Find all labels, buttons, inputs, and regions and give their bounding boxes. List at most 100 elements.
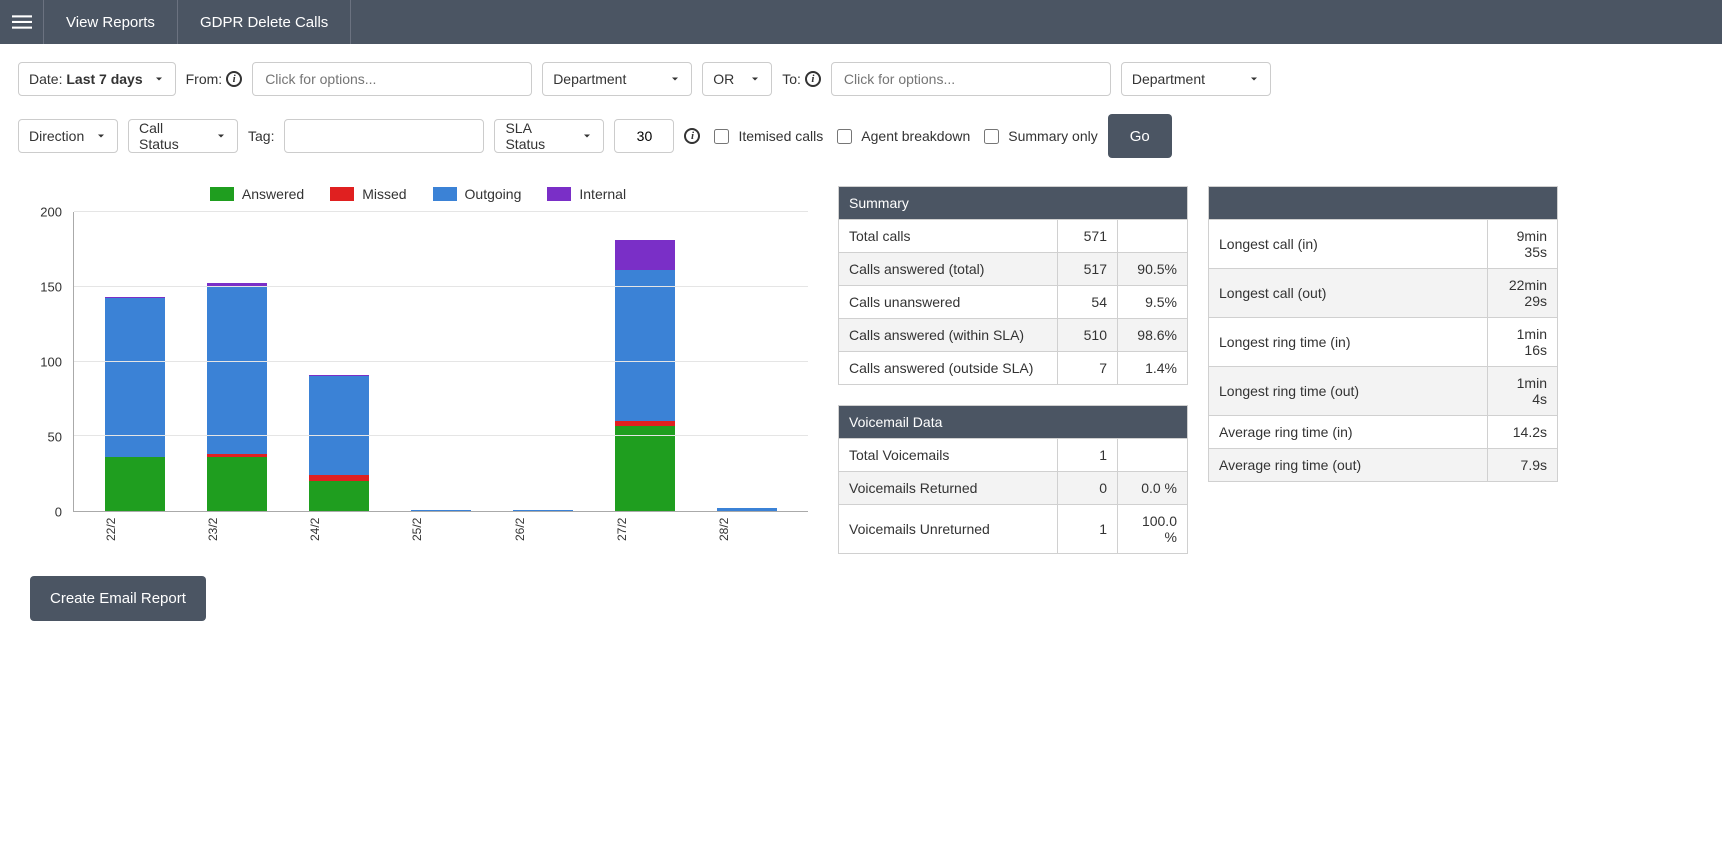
legend-internal: Internal [547,186,626,202]
x-tick: 26/2 [513,512,573,552]
chevron-down-icon [85,130,107,142]
table-row: Calls answered (within SLA)51098.6% [839,319,1188,352]
date-value: Last 7 days [66,71,142,87]
date-range-select[interactable]: Date: Last 7 days [18,62,176,96]
info-icon[interactable]: i [684,128,700,144]
table-row: Total calls571 [839,220,1188,253]
direction-select[interactable]: Direction [18,119,118,153]
table-row: Voicemails Returned00.0 % [839,472,1188,505]
from-label: From: i [186,71,243,87]
bar-segment-outgoing [513,510,573,512]
bar-segment-answered [615,426,675,512]
bar [309,375,369,512]
stacked-bar-chart: 050100150200 22/223/224/225/226/227/228/… [18,212,818,552]
metrics-title [1209,187,1558,220]
chart-area: Answered Missed Outgoing Internal 0 50 100… [18,186,818,621]
tag-input[interactable] [284,119,484,153]
call-status-select[interactable]: Call Status [128,119,238,153]
legend-answered: Answered [210,186,304,202]
chevron-down-icon [143,73,165,85]
chart-legend: Answered Missed Outgoing Internal [18,186,818,202]
bar [105,297,165,512]
table-row: Calls answered (outside SLA)71.4% [839,352,1188,385]
voicemail-title: Voicemail Data [839,406,1188,439]
go-button[interactable]: Go [1108,114,1172,158]
x-tick: 25/2 [410,512,470,552]
content-area: Answered Missed Outgoing Internal 0 50 100… [0,176,1722,651]
bar-segment-outgoing [411,510,471,512]
x-tick: 22/2 [104,512,164,552]
info-icon[interactable]: i [226,71,242,87]
x-tick: 27/2 [615,512,675,552]
chevron-down-icon [1238,73,1260,85]
chevron-down-icon [739,73,761,85]
filters-panel: Date: Last 7 days From: i Department OR … [0,44,1722,158]
voicemail-table: Voicemail Data Total Voicemails1Voicemai… [838,405,1188,554]
table-row: Longest ring time (out)1min 4s [1209,367,1558,416]
table-row: Voicemails Unreturned1100.0 % [839,505,1188,554]
from-input[interactable] [252,62,532,96]
bar [513,510,573,512]
tag-input-field[interactable] [295,121,473,151]
bar [411,510,471,512]
menu-icon[interactable] [0,0,44,44]
bar-segment-answered [309,481,369,511]
sla-value-field[interactable] [625,121,663,151]
metrics-table: Longest call (in)9min 35sLongest call (o… [1208,186,1558,482]
bar-segment-outgoing [615,270,675,422]
bar [207,283,267,511]
bar [615,240,675,512]
y-tick: 150 [40,280,62,295]
itemised-calls-checkbox[interactable]: Itemised calls [710,126,823,147]
tag-label: Tag: [248,128,274,144]
to-input[interactable] [831,62,1111,96]
bar-segment-answered [207,457,267,511]
legend-outgoing: Outgoing [433,186,522,202]
sla-value-input[interactable] [614,119,674,153]
y-tick: 200 [40,205,62,220]
nav-gdpr-delete-calls[interactable]: GDPR Delete Calls [178,0,351,44]
summary-title: Summary [839,187,1188,220]
y-tick: 100 [40,355,62,370]
bar-segment-internal [615,240,675,270]
from-department-select[interactable]: Department [542,62,692,96]
agent-breakdown-checkbox[interactable]: Agent breakdown [833,126,970,147]
table-row: Calls answered (total)51790.5% [839,253,1188,286]
table-row: Average ring time (in)14.2s [1209,416,1558,449]
summary-table: Summary Total calls571Calls answered (to… [838,186,1188,385]
to-label: To: i [782,71,821,87]
table-row: Longest call (out)22min 29s [1209,269,1558,318]
to-department-select[interactable]: Department [1121,62,1271,96]
date-label: Date: [29,71,62,87]
chevron-down-icon [205,130,227,142]
table-row: Calls unanswered549.5% [839,286,1188,319]
x-tick: 24/2 [308,512,368,552]
table-row: Average ring time (out)7.9s [1209,449,1558,482]
logic-select[interactable]: OR [702,62,772,96]
nav-view-reports[interactable]: View Reports [44,0,178,44]
summary-only-checkbox[interactable]: Summary only [980,126,1097,147]
y-tick: 0 [55,505,62,520]
tables-area: Summary Total calls571Calls answered (to… [838,186,1704,554]
create-email-report-button[interactable]: Create Email Report [30,576,206,621]
table-row: Total Voicemails1 [839,439,1188,472]
bar-segment-outgoing [207,286,267,454]
y-tick: 50 [48,430,62,445]
bar-segment-outgoing [105,298,165,457]
bar-segment-outgoing [309,376,369,475]
bar [717,508,777,511]
to-input-field[interactable] [842,64,1100,94]
bar-segment-outgoing [717,508,777,511]
legend-missed: Missed [330,186,406,202]
chevron-down-icon [659,73,681,85]
chevron-down-icon [571,130,593,142]
sla-status-select[interactable]: SLA Status [494,119,604,153]
from-input-field[interactable] [263,64,521,94]
x-tick: 28/2 [717,512,777,552]
info-icon[interactable]: i [805,71,821,87]
table-row: Longest ring time (in)1min 16s [1209,318,1558,367]
table-row: Longest call (in)9min 35s [1209,220,1558,269]
bar-segment-answered [105,457,165,511]
x-tick: 23/2 [206,512,266,552]
top-bar: View Reports GDPR Delete Calls [0,0,1722,44]
